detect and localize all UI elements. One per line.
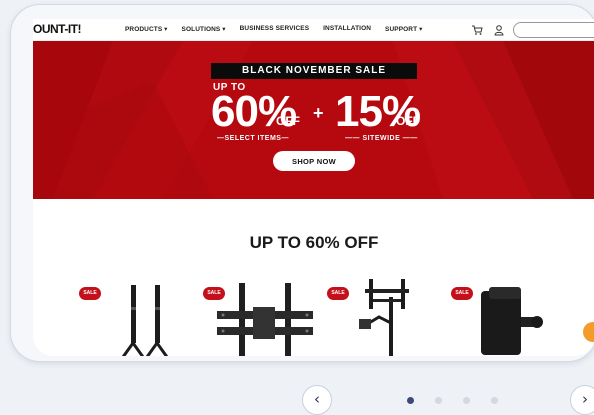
main-menu: PRODUCTS ▾ SOLUTIONS ▾ BUSINESS SERVICES…	[125, 25, 436, 37]
menu-item-products[interactable]: PRODUCTS ▾	[125, 25, 168, 37]
carousel-dot-4[interactable]	[491, 397, 498, 404]
menu-item-support[interactable]: SUPPORT ▾	[385, 25, 422, 37]
plus-sign: +	[313, 103, 324, 123]
product-image-speaker-mount[interactable]	[453, 277, 563, 356]
carousel-dot-2[interactable]	[435, 397, 442, 404]
product-image-wall-mount[interactable]	[203, 277, 313, 356]
cart-icon[interactable]	[471, 24, 483, 36]
carousel-dot-1[interactable]	[407, 397, 414, 404]
chat-icon[interactable]	[583, 322, 594, 342]
shop-now-button[interactable]: SHOP NOW	[273, 151, 355, 171]
carousel-dot-3[interactable]	[463, 397, 470, 404]
top-nav: OUNT-IT! PRODUCTS ▾ SOLUTIONS ▾ BUSINESS…	[33, 19, 594, 41]
user-icon[interactable]	[493, 24, 505, 36]
brand-logo[interactable]: OUNT-IT!	[33, 22, 82, 36]
product-image-tv-stand[interactable]	[93, 277, 203, 356]
device-frame: OUNT-IT! PRODUCTS ▾ SOLUTIONS ▾ BUSINESS…	[10, 4, 594, 362]
carousel-next-button[interactable]: ›	[570, 385, 594, 415]
section-title: UP TO 60% OFF	[249, 233, 379, 252]
site-screen: OUNT-IT! PRODUCTS ▾ SOLUTIONS ▾ BUSINESS…	[33, 19, 594, 356]
hero-banner[interactable]: BLACK NOVEMBER SALE UP TO 60% OFF + 15% …	[33, 41, 594, 199]
left-off-label: OFF	[276, 114, 300, 128]
sitewide-label: —— SITEWIDE ——	[345, 135, 418, 142]
menu-item-installation[interactable]: INSTALLATION	[323, 25, 371, 37]
sale-banner-label: BLACK NOVEMBER SALE	[211, 63, 417, 79]
select-items-label: —SELECT ITEMS—	[217, 135, 289, 142]
carousel-prev-button[interactable]: ‹	[302, 385, 332, 415]
product-image-pole-mount[interactable]	[329, 277, 439, 356]
search-input[interactable]	[513, 22, 594, 38]
menu-item-solutions[interactable]: SOLUTIONS ▾	[182, 25, 226, 37]
menu-item-business-services[interactable]: BUSINESS SERVICES	[240, 25, 310, 37]
right-off-label: OFF	[396, 114, 420, 128]
